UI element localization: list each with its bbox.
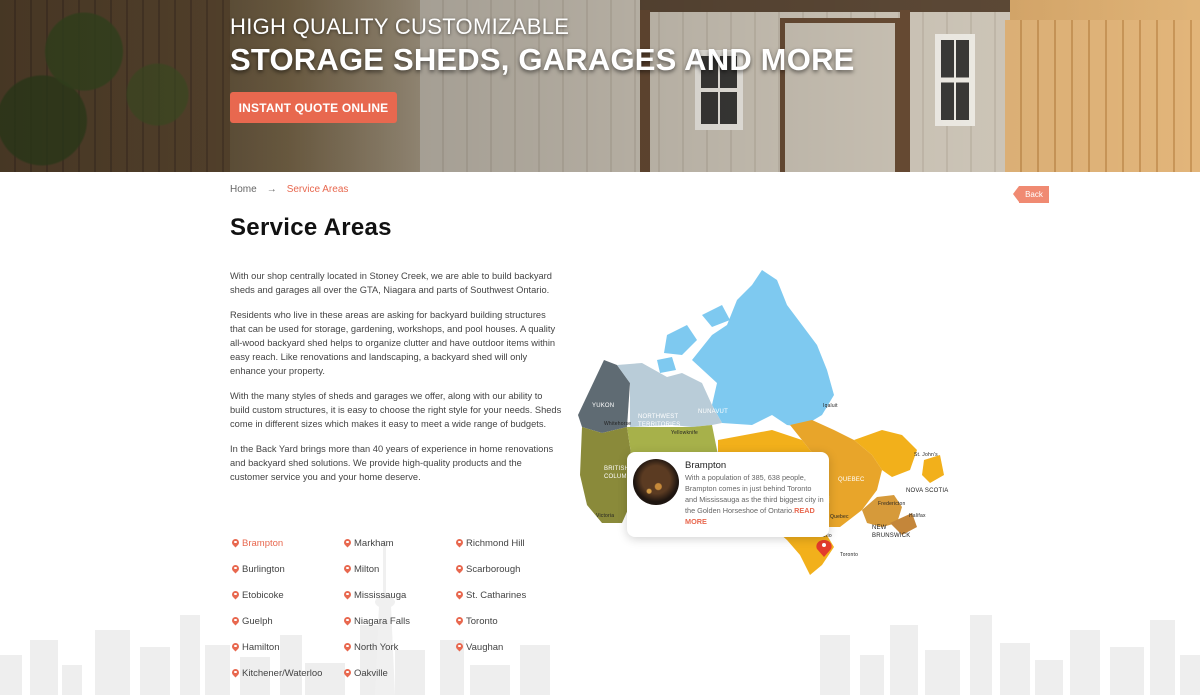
city-link-scarborough[interactable]: Scarborough [456,562,562,576]
map-label-whitehorse: Whitehorse [604,421,632,427]
nunavut-region [692,270,834,427]
service-city-list: Brampton Markham Richmond Hill Burlingto… [232,536,562,680]
map-label-victoria: Victoria [596,513,615,519]
map-label-yukon: YUKON [592,403,615,409]
city-label: Oakville [354,667,388,679]
city-label: North York [354,641,399,653]
map-pin-icon [344,565,351,574]
city-link-st-catharines[interactable]: St. Catharines [456,588,562,602]
hero-overlay [0,0,1200,172]
city-label: Markham [354,537,394,549]
map-label-toronto: Toronto [840,552,859,558]
map-pin-icon [456,539,463,548]
city-link-vaughan[interactable]: Vaughan [456,640,562,654]
paragraph: In the Back Yard brings more than 40 yea… [230,444,554,482]
intro-text: With our shop centrally located in Stone… [230,269,562,495]
map-label-nwt: NORTHWEST TERRITORIES [638,414,681,428]
city-label: Etobicoke [242,589,284,601]
map-pin-icon [344,591,351,600]
page-title: Service Areas [230,214,392,241]
city-link-mississauga[interactable]: Mississauga [344,588,456,602]
breadcrumb-separator: → [266,184,277,195]
map-label-st-johns: St. John's [914,452,938,458]
arctic-island [664,325,697,355]
breadcrumb: Home → Service Areas [230,184,348,195]
instant-quote-button[interactable]: INSTANT QUOTE ONLINE [230,92,397,123]
paragraph: With the many styles of sheds and garage… [230,391,562,429]
city-link-brampton[interactable]: Brampton [232,536,344,550]
map-label-quebec: QUEBEC [838,477,865,483]
city-label: Brampton [242,537,284,549]
hero-headline: STORAGE SHEDS, GARAGES AND MORE [230,42,855,77]
map-pin-icon [456,591,463,600]
map-pin-icon [456,565,463,574]
map-pin-icon [344,643,351,652]
back-button[interactable]: Back [1013,186,1049,203]
breadcrumb-current: Service Areas [286,184,349,195]
arctic-island [702,305,730,327]
map-pin-icon [232,669,239,678]
city-link-richmond-hill[interactable]: Richmond Hill [456,536,562,550]
popup-body: With a population of 385, 638 people, Br… [685,472,825,527]
city-skyline-background [0,615,1200,695]
city-link-north-york[interactable]: North York [344,640,456,654]
city-label: Toronto [466,615,498,627]
map-pin-icon [456,643,463,652]
city-link-etobicoke[interactable]: Etobicoke [232,588,344,602]
map-label-nunavut: NUNAVUT [698,409,728,415]
city-label: Scarborough [466,563,521,575]
city-label: Guelph [242,615,273,627]
city-label: Niagara Falls [354,615,410,627]
map-pin-icon [344,617,351,626]
map-pin-icon [232,539,239,548]
hero-subtitle: HIGH QUALITY CUSTOMIZABLE [230,14,570,39]
city-link-kitchener-waterloo[interactable]: Kitchener/Waterloo [232,666,344,680]
city-link-hamilton[interactable]: Hamilton [232,640,344,654]
city-label: Kitchener/Waterloo [242,667,323,679]
map-pin-icon [344,669,351,678]
city-label: Vaughan [466,641,504,653]
map-label-quebec-city: Quebec [830,514,849,520]
map-label-iqaluit: Iqaluit [823,403,838,409]
city-label: St. Catharines [466,589,527,601]
map-label-nova-scotia: NOVA SCOTIA [906,488,949,494]
newfoundland-region [922,455,944,483]
hero-banner: HIGH QUALITY CUSTOMIZABLE STORAGE SHEDS,… [0,0,1200,172]
city-photo [633,459,679,505]
map-label-fredericton: Fredericton [878,501,906,507]
city-link-milton[interactable]: Milton [344,562,456,576]
city-label: Milton [354,563,380,575]
map-label-yellowknife: Yellowknife [671,430,699,436]
map-pin-icon [232,643,239,652]
city-label: Richmond Hill [466,537,525,549]
popup-title: Brampton [685,460,727,471]
city-link-guelph[interactable]: Guelph [232,614,344,628]
map-pin-icon [456,617,463,626]
city-link-toronto[interactable]: Toronto [456,614,562,628]
city-label: Burlington [242,563,285,575]
arctic-island [657,357,676,373]
map-pin-icon [232,565,239,574]
breadcrumb-home[interactable]: Home [230,184,257,195]
city-link-niagara-falls[interactable]: Niagara Falls [344,614,456,628]
paragraph: Residents who live in these areas are as… [230,310,556,376]
map-label-halifax: Halifax [909,513,926,519]
city-label: Mississauga [354,589,407,601]
map-pin-icon [232,591,239,600]
city-label: Hamilton [242,641,280,653]
city-link-markham[interactable]: Markham [344,536,456,550]
map-pin-icon [232,617,239,626]
paragraph: With our shop centrally located in Stone… [230,271,552,295]
city-info-popup: Brampton With a population of 385, 638 p… [627,452,829,537]
city-link-burlington[interactable]: Burlington [232,562,344,576]
city-link-oakville[interactable]: Oakville [344,666,456,680]
map-pin-icon [344,539,351,548]
map-label-new-brunswick: NEW BRUNSWICK [872,525,911,539]
